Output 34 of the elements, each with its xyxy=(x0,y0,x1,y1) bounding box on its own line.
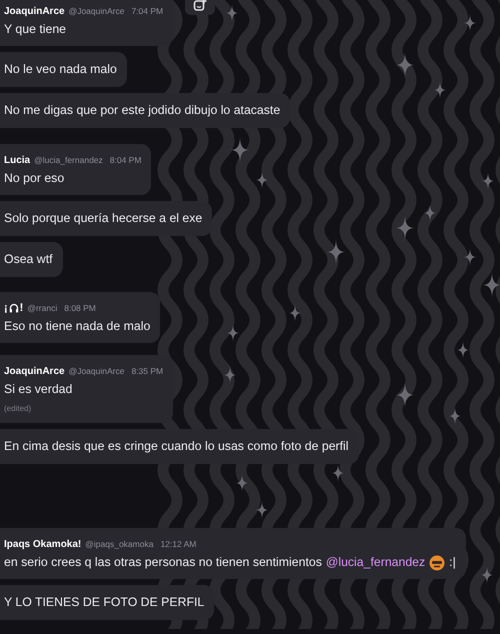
author-name[interactable]: JoaquinArce xyxy=(4,364,65,378)
message-text: Solo porque quería hecerse a el exe xyxy=(4,210,202,227)
user-handle: @JoaquinArce xyxy=(68,4,124,18)
timestamp: 12:12 AM xyxy=(160,538,196,550)
emoji-icon xyxy=(429,554,446,570)
user-mention[interactable]: @lucia_fernandez xyxy=(326,554,426,571)
message-text: :| xyxy=(449,554,456,571)
author-name[interactable]: ¡ xyxy=(4,300,8,316)
message-text: en serio crees q las otras personas no tienen sentimientos xyxy=(4,554,322,571)
message-text: Si es verdad xyxy=(4,381,72,398)
edited-label: (edited) xyxy=(4,403,32,415)
author-name[interactable]: JoaquinArce xyxy=(4,4,65,18)
message-text: No le veo nada malo xyxy=(4,61,117,78)
message-text: En cima desis que es cringe cuando lo usas como foto de perfil xyxy=(4,438,349,455)
timestamp: 8:35 PM xyxy=(131,364,164,378)
sticker-add-icon xyxy=(193,0,207,12)
timestamp: 8:08 PM xyxy=(64,302,96,314)
add-sticker-button[interactable] xyxy=(185,0,215,15)
user-handle: @rranci xyxy=(27,302,58,314)
user-handle: @ipaqs_okamoka xyxy=(85,538,154,550)
user-handle: @JoaquinArce xyxy=(68,364,124,378)
message-text: Osea wtf xyxy=(4,251,53,268)
author-name[interactable]: Lucia xyxy=(4,152,30,168)
timestamp: 8:04 PM xyxy=(110,154,142,166)
message-text: Eso no tiene nada de malo xyxy=(4,318,150,335)
timestamp: 7:04 PM xyxy=(131,4,164,18)
message-text: No me digas que por este jodido dibujo lo atacaste xyxy=(4,102,280,119)
message-text: Y que tiene xyxy=(4,21,66,38)
author-name[interactable]: Ipaqs Okamoka! xyxy=(4,536,82,552)
message-text: No por eso xyxy=(4,170,64,187)
headphones-icon xyxy=(8,303,19,313)
message-text: Y LO TIENES DE FOTO DE PERFIL xyxy=(4,594,204,611)
user-handle: @lucia_fernandez xyxy=(34,154,103,166)
author-name[interactable]: ! xyxy=(20,300,24,316)
